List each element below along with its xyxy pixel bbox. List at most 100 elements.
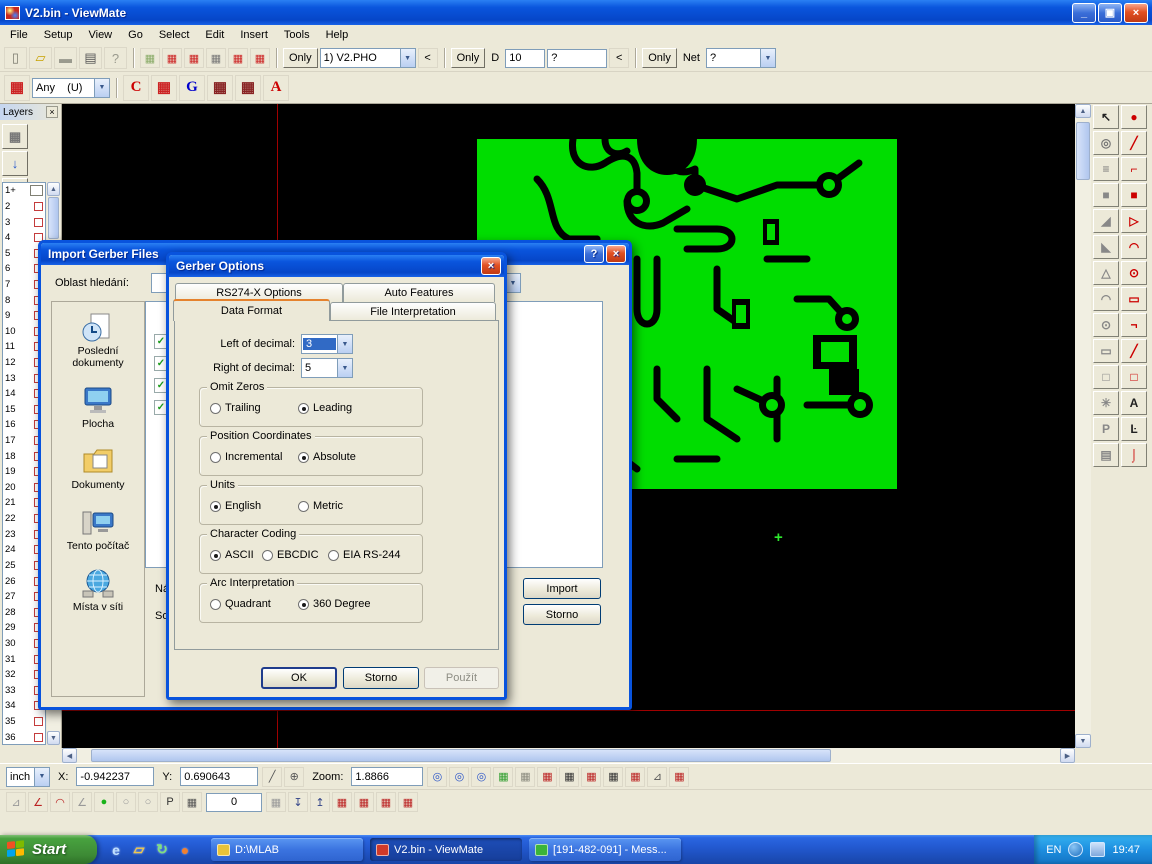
language-indicator[interactable]: EN — [1046, 844, 1061, 856]
dashed-rect-tool-icon[interactable]: □ — [1093, 365, 1119, 389]
filled-rect-tool-icon[interactable]: ■ — [1093, 183, 1119, 207]
sel-pattern-3-icon[interactable]: ▦ — [376, 792, 396, 812]
mirror-tool-icon[interactable]: ◣ — [1093, 235, 1119, 259]
menu-item-insert[interactable]: Insert — [232, 27, 276, 43]
layer-row[interactable]: 36 — [3, 729, 45, 745]
only-net-toggle[interactable]: Only — [642, 48, 677, 68]
circle-off-1-icon[interactable]: ○ — [116, 792, 136, 812]
circle-target-tool-icon[interactable]: ⊙ — [1093, 313, 1119, 337]
context-help-icon[interactable]: ? — [104, 47, 127, 69]
radio-english[interactable]: English — [210, 500, 261, 512]
pattern-2-icon[interactable]: ▦ — [559, 767, 579, 787]
start-button[interactable]: Start — [0, 835, 97, 864]
radio-eia-rs244[interactable]: EIA RS-244 — [328, 549, 400, 561]
printer-tool-icon[interactable]: ▤ — [1093, 443, 1119, 467]
pad-tool-icon[interactable]: ▭ — [1093, 339, 1119, 363]
j-tool-icon[interactable]: ⌡ — [1121, 443, 1147, 467]
pattern-3-icon[interactable]: ▦ — [581, 767, 601, 787]
triangle-tool-icon[interactable]: △ — [1093, 261, 1119, 285]
browser-icon[interactable]: ● — [176, 841, 194, 859]
draw-circle-icon[interactable]: ⊙ — [1121, 261, 1147, 285]
sel-pattern-1-icon[interactable]: ▦ — [332, 792, 352, 812]
layer-color-swatch[interactable] — [34, 717, 43, 726]
pattern-6-icon[interactable]: ▦ — [669, 767, 689, 787]
measure-arc-icon[interactable]: ◠ — [50, 792, 70, 812]
menu-item-help[interactable]: Help — [318, 27, 357, 43]
taskbar-task[interactable]: D:\MLAB — [211, 838, 363, 861]
measure-distance-icon[interactable]: ⊿ — [6, 792, 26, 812]
menu-item-go[interactable]: Go — [120, 27, 151, 43]
print-icon[interactable]: ▤ — [79, 47, 102, 69]
layer-color-swatch[interactable] — [34, 218, 43, 227]
measure-tool-icon[interactable]: ≡ — [1093, 157, 1119, 181]
save-icon[interactable]: ▬ — [54, 47, 77, 69]
scroll-left-icon[interactable]: ◀ — [62, 748, 77, 763]
circle-off-2-icon[interactable]: ○ — [138, 792, 158, 812]
left-of-decimal-select[interactable]: 3 ▼ — [301, 334, 353, 354]
import-button[interactable]: Import — [523, 578, 601, 599]
dot-grid-icon[interactable]: ▦ — [266, 792, 286, 812]
anchor-up-icon[interactable]: ↥ — [310, 792, 330, 812]
draw-slash-icon[interactable]: ╱ — [1121, 339, 1147, 363]
grid-gray-icon[interactable]: ▦ — [515, 767, 535, 787]
measure-angle-icon[interactable]: ∠ — [28, 792, 48, 812]
menu-item-tools[interactable]: Tools — [276, 27, 318, 43]
scroll-down-icon[interactable]: ▼ — [47, 731, 60, 745]
p-tool-icon[interactable]: P — [1093, 417, 1119, 441]
previous-layer-button[interactable]: < — [418, 48, 438, 68]
scroll-up-icon[interactable]: ▲ — [1075, 104, 1091, 118]
pointer-tool-icon[interactable]: ↖ — [1093, 105, 1119, 129]
layer-row[interactable]: 2 — [3, 199, 45, 215]
grid-tool-icon[interactable]: G — [179, 75, 205, 101]
import-cancel-button[interactable]: Storno — [523, 604, 601, 625]
layer-down-icon[interactable]: ↓ — [2, 151, 28, 176]
radio-ebcdic[interactable]: EBCDIC — [262, 549, 319, 561]
net-select[interactable]: ? ▼ — [706, 48, 776, 68]
folder-icon[interactable]: ▱ — [130, 841, 148, 859]
previous-dcode-button[interactable]: < — [609, 48, 629, 68]
radio-leading[interactable]: Leading — [298, 402, 352, 414]
cancel-button[interactable]: Storno — [343, 667, 419, 689]
anchor-down-icon[interactable]: ↧ — [288, 792, 308, 812]
layer-row[interactable]: 1+ — [3, 183, 45, 199]
radio-metric[interactable]: Metric — [298, 500, 343, 512]
zoom-input[interactable]: 1.8866 — [351, 767, 423, 786]
sel-pattern-4-icon[interactable]: ▦ — [398, 792, 418, 812]
select-all-icon[interactable]: ▦ — [250, 48, 270, 68]
layer-color-swatch[interactable] — [34, 733, 43, 742]
place-documents[interactable]: Dokumenty — [54, 446, 142, 491]
dialog-help-button[interactable]: ? — [584, 245, 604, 263]
draw-corner-icon[interactable]: ¬ — [1121, 313, 1147, 337]
select-poly-icon[interactable]: ▦ — [228, 48, 248, 68]
highlight-1-icon[interactable]: ▦ — [207, 75, 233, 101]
radio-quadrant[interactable]: Quadrant — [210, 598, 271, 610]
layer-color-swatch[interactable] — [30, 185, 43, 196]
draw-point-icon[interactable]: ● — [1121, 105, 1147, 129]
text-tool-icon[interactable]: A — [1121, 391, 1147, 415]
layer-select[interactable]: 1) V2.PHO ▼ — [320, 48, 416, 68]
draw-line-icon[interactable]: ╱ — [1121, 131, 1147, 155]
menu-item-edit[interactable]: Edit — [197, 27, 232, 43]
x-coordinate-input[interactable]: -0.942237 — [76, 767, 154, 786]
scrollbar-thumb[interactable] — [91, 749, 831, 762]
grid-mode-icon[interactable]: ▦ — [182, 792, 202, 812]
draw-filled-rect-icon[interactable]: ■ — [1121, 183, 1147, 207]
tab-data-format[interactable]: Data Format — [173, 299, 330, 321]
menu-item-file[interactable]: File — [2, 27, 36, 43]
dcode-input[interactable]: 10 — [505, 49, 545, 68]
place-recent-documents[interactable]: Poslední dokumenty — [54, 312, 142, 369]
dcode-filter-input[interactable]: ? — [547, 49, 607, 68]
draw-arc-icon[interactable]: ◠ — [1121, 235, 1147, 259]
ie-icon[interactable]: e — [107, 841, 125, 859]
taskbar-task[interactable]: [191-482-091] - Mess... — [529, 838, 681, 861]
only-dcode-toggle[interactable]: Only — [451, 48, 486, 68]
sel-pattern-2-icon[interactable]: ▦ — [354, 792, 374, 812]
taskbar-task[interactable]: V2.bin - ViewMate — [370, 838, 522, 861]
scroll-down-icon[interactable]: ▼ — [1075, 734, 1091, 748]
draw-polyline-icon[interactable]: ⌐ — [1121, 157, 1147, 181]
measure-free-icon[interactable]: ∠ — [72, 792, 92, 812]
draw-pad-icon[interactable]: ▭ — [1121, 287, 1147, 311]
pattern-4-icon[interactable]: ▦ — [603, 767, 623, 787]
pattern-1-icon[interactable]: ▦ — [537, 767, 557, 787]
apply-button[interactable]: Použít — [424, 667, 499, 689]
